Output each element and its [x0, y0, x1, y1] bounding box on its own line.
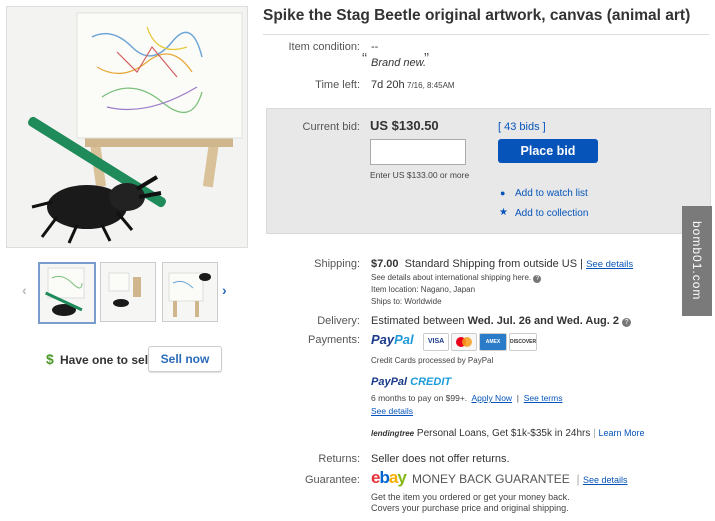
shipping-method: Standard Shipping from outside US — [404, 258, 578, 270]
visa-logo: VISA — [423, 333, 449, 351]
apply-now-link[interactable]: Apply Now — [471, 393, 512, 403]
see-terms-link[interactable]: See terms — [524, 393, 563, 403]
sell-prompt: $ Have one to sell? Sell now — [40, 346, 240, 374]
credit-see-details-link[interactable]: See details — [371, 406, 413, 416]
time-left-value: 7d 20h — [371, 79, 405, 91]
current-bid-label: Current bid: — [302, 121, 360, 133]
amex-logo: AMEX — [479, 333, 507, 351]
money-back-guarantee: MONEY BACK GUARANTEE — [412, 472, 570, 486]
credit-terms-line: 6 months to pay on $99+. Apply Now | See… — [371, 393, 563, 403]
thumbnail-1[interactable] — [38, 262, 96, 324]
title-divider — [263, 34, 709, 35]
thumbnail-image — [108, 272, 141, 307]
time-left-end: 7/16, 8:45AM — [407, 81, 455, 90]
credit-card-note: Credit Cards processed by PayPal — [371, 356, 494, 365]
time-left-label: Time left: — [315, 79, 360, 91]
shipping-see-details[interactable]: See details — [586, 259, 633, 270]
help-icon[interactable]: ? — [533, 275, 542, 283]
condition-value: -- — [371, 41, 379, 53]
quote-open: “ — [362, 50, 367, 67]
bids-count-link[interactable]: [ 43 bids ] — [498, 121, 546, 133]
guarantee-label: Guarantee: — [304, 474, 360, 486]
help-icon[interactable]: ? — [622, 318, 632, 327]
min-bid-hint: Enter US $133.00 or more — [370, 170, 470, 180]
condition-quote: Brand new. — [371, 57, 427, 69]
sell-question: Have one to sell? — [60, 353, 159, 367]
current-bid-value: US $130.50 — [370, 118, 439, 133]
sell-now-button[interactable]: Sell now — [148, 346, 222, 372]
card-logos: VISA AMEX DISCOVER — [423, 333, 537, 351]
shipping-cost: $7.00 — [371, 258, 399, 270]
shipping-label: Shipping: — [314, 258, 360, 270]
money-back-line: MONEY BACK GUARANTEE | See details — [412, 472, 628, 486]
place-bid-button[interactable]: Place bid — [498, 139, 598, 163]
paypal-credit-logo: PayPal CREDIT — [371, 376, 451, 388]
main-product-image[interactable] — [6, 6, 248, 248]
item-title: Spike the Stag Beetle original artwork, … — [263, 7, 691, 24]
dollar-icon: $ — [46, 351, 54, 367]
thumbnail-3[interactable] — [162, 262, 218, 322]
intl-shipping-note: See details about international shipping… — [371, 273, 542, 283]
guarantee-line-2: Covers your purchase price and original … — [371, 503, 569, 513]
star-icon: ★ — [499, 207, 508, 218]
guarantee-line-1: Get the item you ordered or get your mon… — [371, 492, 570, 502]
delivery-prefix: Estimated between — [371, 315, 465, 327]
delivery-line: Estimated between Wed. Jul. 26 and Wed. … — [371, 315, 632, 327]
watch-list-link[interactable]: Add to watch list — [515, 188, 588, 199]
shipping-line: $7.00 Standard Shipping from outside US … — [371, 258, 633, 270]
thumbnail-image — [45, 267, 85, 316]
intl-note-text: See details about international shipping… — [371, 273, 532, 282]
lendingtree-logo: lendingtree — [371, 429, 415, 438]
item-location: Item location: Nagano, Japan — [371, 285, 476, 294]
eye-icon: ● — [500, 188, 506, 198]
beetle-artwork-photo — [7, 7, 247, 247]
thumbnail-image — [168, 272, 211, 317]
bid-amount-input[interactable] — [370, 139, 466, 165]
watermark: bomb01.com — [682, 206, 712, 316]
returns-label: Returns: — [318, 453, 360, 465]
delivery-label: Delivery: — [317, 315, 360, 327]
discover-logo: DISCOVER — [509, 333, 537, 351]
delivery-dates: Wed. Jul. 26 and Wed. Aug. 2 — [467, 315, 620, 327]
paypal-logo-b: Pal — [394, 332, 414, 347]
ebay-logo: ebay — [371, 468, 407, 487]
lendingtree-line: lendingtree Personal Loans, Get $1k-$35k… — [371, 428, 645, 439]
thumbnail-strip: ‹ › — [18, 262, 240, 324]
learn-more-link[interactable]: Learn More — [599, 428, 645, 438]
shipping-sep: | — [580, 258, 584, 270]
condition-label: Item condition: — [288, 41, 360, 53]
chevron-right-icon[interactable]: › — [222, 282, 227, 298]
paypal-logo-a: Pay — [371, 332, 395, 347]
collection-link[interactable]: Add to collection — [515, 208, 588, 219]
quote-close: ” — [424, 50, 429, 67]
guarantee-see-details-link[interactable]: See details — [583, 475, 628, 485]
returns-value: Seller does not offer returns. — [371, 453, 510, 465]
thumbnail-2[interactable] — [100, 262, 156, 322]
payments-label: Payments: — [308, 334, 360, 346]
credit-terms: 6 months to pay on $99+. — [371, 393, 468, 403]
ships-to: Ships to: Worldwide — [371, 297, 442, 306]
lendingtree-text: Personal Loans, Get $1k-$35k in 24hrs — [416, 428, 591, 439]
mastercard-logo — [451, 333, 477, 351]
paypal-credit-b: CREDIT — [410, 376, 452, 388]
chevron-left-icon[interactable]: ‹ — [22, 282, 27, 298]
paypal-logo: PayPal — [371, 332, 414, 347]
paypal-credit-a: PayPal — [371, 376, 408, 388]
